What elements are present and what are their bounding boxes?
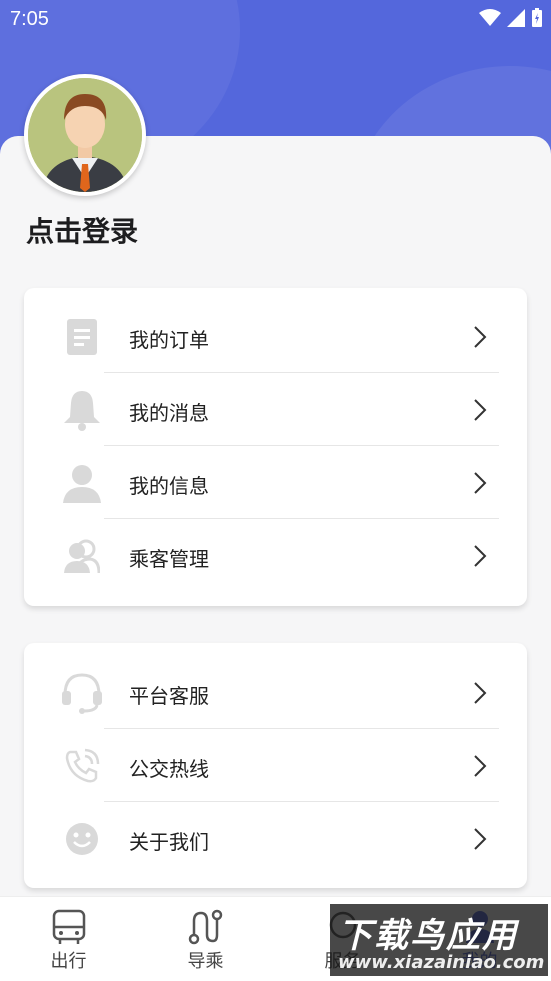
chevron-right-icon [474,545,487,567]
person-icon [60,463,104,503]
status-icons [479,8,543,28]
login-prompt[interactable]: 点击登录 [26,210,138,250]
menu-item-hotline[interactable]: 公交热线 [24,729,527,802]
bus-icon [52,909,86,944]
status-bar: 7:05 [0,0,551,38]
chevron-right-icon [474,755,487,777]
avatar[interactable] [24,74,146,196]
chevron-right-icon [474,472,487,494]
avatar-image [28,78,142,192]
tab-travel[interactable]: 出行 [0,897,137,981]
menu-item-passengers[interactable]: 乘客管理 [24,519,527,592]
menu-item-messages[interactable]: 我的消息 [24,373,527,446]
wifi-icon [479,9,501,26]
chevron-right-icon [474,682,487,704]
menu-item-label: 我的消息 [129,401,209,425]
watermark-title: 下载鸟应用 [338,916,518,956]
menu-item-label: 我的订单 [129,328,209,352]
menu-card-support: 平台客服 公交热线 关于我们 [24,643,527,888]
menu-item-label: 乘客管理 [129,547,209,571]
tab-guide[interactable]: 导乘 [137,897,274,981]
menu-item-about-us[interactable]: 关于我们 [24,802,527,875]
menu-item-label: 平台客服 [129,684,209,708]
menu-item-my-info[interactable]: 我的信息 [24,446,527,519]
document-icon [60,317,104,357]
watermark-overlay: 下载鸟应用 www.xiazainiao.com [330,904,548,976]
menu-item-customer-service[interactable]: 平台客服 [24,656,527,729]
smiley-icon [60,819,104,859]
menu-item-label: 公交热线 [129,757,209,781]
watermark-url: www.xiazainiao.com [338,952,545,973]
chevron-right-icon [474,399,487,421]
chevron-right-icon [474,326,487,348]
phone-call-icon [60,746,104,786]
menu-item-orders[interactable]: 我的订单 [24,300,527,373]
people-icon [60,536,104,576]
menu-item-label: 我的信息 [129,474,209,498]
tab-label: 出行 [50,951,87,972]
headset-icon [60,673,104,714]
menu-item-label: 关于我们 [129,830,209,854]
battery-icon [532,8,542,27]
tab-label: 导乘 [187,951,224,972]
signal-icon [507,9,525,27]
menu-card-account: 我的订单 我的消息 我的信息 乘客管理 [24,288,527,606]
chevron-right-icon [474,828,487,850]
status-time: 7:05 [10,8,49,30]
bell-icon [60,390,104,431]
route-icon [188,909,223,945]
